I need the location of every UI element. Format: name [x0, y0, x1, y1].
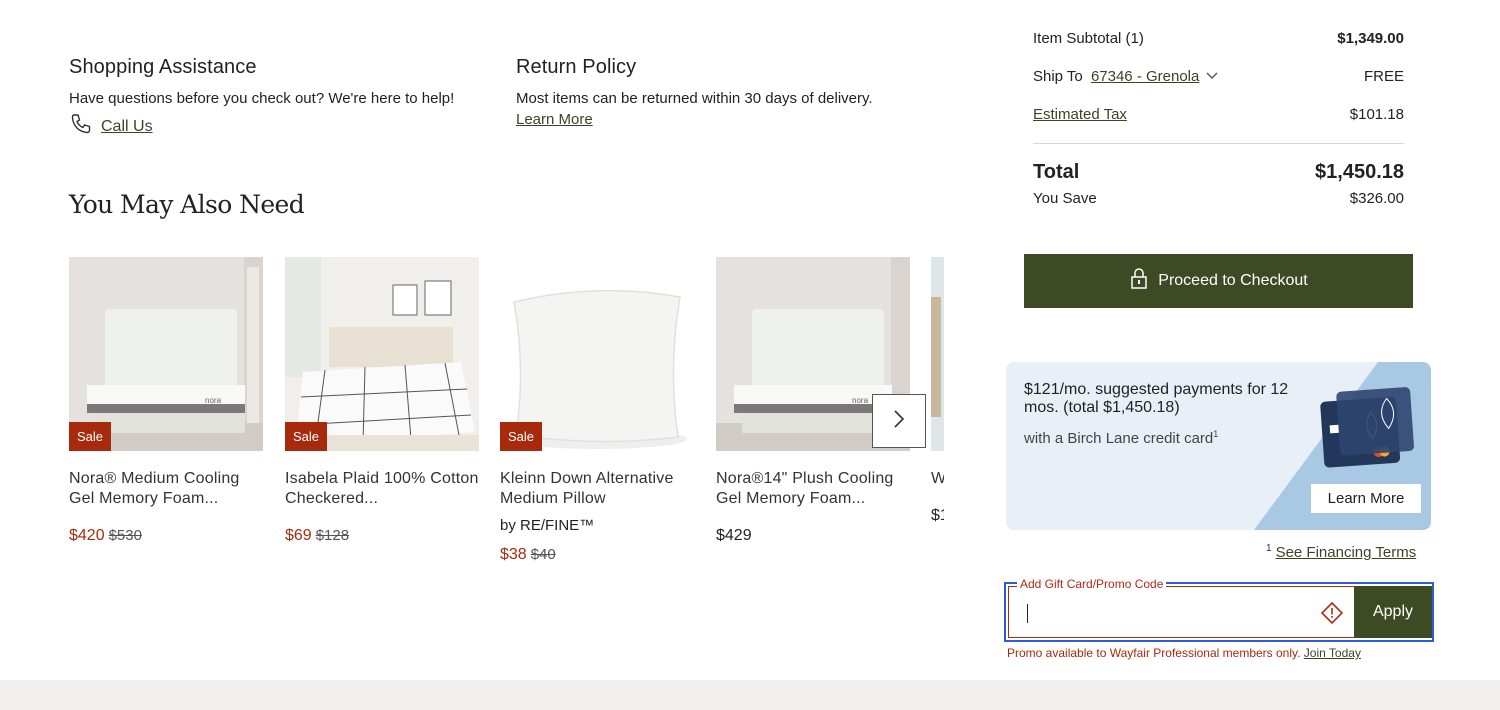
price-row: $1	[931, 507, 944, 525]
price-row: $38 $40	[500, 546, 694, 564]
product-image[interactable]: nora Sale	[69, 257, 263, 451]
footnote-marker: 1	[1213, 429, 1219, 439]
price-row: $420 $530	[69, 527, 263, 545]
credit-offer-subtext: with a Birch Lane credit card1	[1024, 429, 1218, 447]
product-name[interactable]: Nora® Medium Cooling Gel Memory Foam...	[69, 469, 263, 509]
price-row: $429	[716, 527, 910, 545]
svg-text:nora: nora	[205, 396, 222, 405]
old-price: $40	[530, 546, 556, 563]
credit-learn-more-button[interactable]: Learn More	[1311, 484, 1421, 513]
you-may-also-need-title: You May Also Need	[69, 190, 305, 219]
promo-code-input[interactable]	[1008, 586, 1356, 638]
old-price: $530	[108, 527, 142, 544]
price: $420	[69, 527, 105, 544]
promo-code-group: Apply	[1004, 582, 1434, 642]
text-caret	[1027, 604, 1028, 623]
lock-icon	[1129, 267, 1158, 295]
subtotal-value: $1,349.00	[1337, 30, 1404, 47]
product-image[interactable]: Sale	[500, 257, 694, 451]
footnote-marker: 1	[1266, 543, 1272, 554]
price: $1	[931, 507, 944, 524]
phone-icon	[69, 112, 101, 141]
you-save-label: You Save	[1033, 190, 1097, 207]
product-carousel: nora Sale Nora® Medium Cooling Gel Memor…	[69, 257, 944, 577]
price: $429	[716, 527, 752, 544]
apply-button[interactable]: Apply	[1354, 586, 1432, 638]
promo-note-text: Promo available to Wayfair Professional …	[1007, 646, 1301, 660]
shopping-assistance-title: Shopping Assistance	[69, 56, 257, 78]
promo-note: Promo available to Wayfair Professional …	[1007, 646, 1361, 660]
product-name[interactable]: Isabela Plaid 100% Cotton Checkered...	[285, 469, 479, 509]
chevron-right-icon	[892, 408, 906, 435]
product-card[interactable]: Sale Kleinn Down Alternative Medium Pill…	[500, 257, 694, 564]
chevron-down-icon	[1205, 68, 1219, 85]
checkout-label: Proceed to Checkout	[1158, 272, 1308, 289]
promo-code-label: Add Gift Card/Promo Code	[1017, 577, 1167, 591]
shopping-assistance-text: Have questions before you check out? We'…	[69, 90, 455, 107]
product-image[interactable]: Sale	[285, 257, 479, 451]
return-policy: Return Policy Most items can be returned…	[516, 56, 936, 129]
product-name[interactable]: Kleinn Down Alternative Medium Pillow	[500, 469, 694, 509]
ship-to-row: Ship To 67346 - Grenola FREE	[1033, 68, 1404, 85]
return-learn-more-link[interactable]: Learn More	[516, 111, 593, 128]
credit-offer-headline: $121/mo. suggested payments for 12 mos. …	[1024, 381, 1289, 416]
total-row: Total $1,450.18	[1033, 161, 1404, 184]
sale-badge: Sale	[500, 422, 543, 451]
product-brand: by RE/FINE™	[500, 517, 595, 534]
warning-icon	[1320, 601, 1344, 629]
return-policy-text: Most items can be returned within 30 day…	[516, 90, 873, 107]
price-row: $69 $128	[285, 527, 479, 545]
sale-badge: Sale	[69, 422, 112, 451]
call-us-link[interactable]: Call Us	[101, 118, 153, 136]
financing-terms: 1 See Financing Terms	[1266, 543, 1416, 561]
see-financing-terms-link[interactable]: See Financing Terms	[1276, 544, 1417, 561]
tax-value: $101.18	[1349, 106, 1404, 123]
shipping-value: FREE	[1363, 68, 1404, 85]
total-label: Total	[1033, 161, 1080, 183]
product-image[interactable]	[931, 257, 944, 451]
product-card[interactable]: W M $1	[931, 257, 944, 525]
estimated-tax-link[interactable]: Estimated Tax	[1033, 106, 1127, 123]
credit-card-offer: $121/mo. suggested payments for 12 mos. …	[1006, 362, 1431, 530]
proceed-to-checkout-button[interactable]: Proceed to Checkout	[1024, 254, 1413, 308]
summary-divider	[1033, 143, 1404, 144]
order-summary: Item Subtotal (1) $1,349.00 Ship To 6734…	[1033, 30, 1404, 207]
subtotal-row: Item Subtotal (1) $1,349.00	[1033, 30, 1404, 47]
call-us-row[interactable]: Call Us	[69, 112, 509, 141]
ship-to-zip-selector[interactable]: 67346 - Grenola	[1087, 68, 1219, 85]
ship-to: Ship To 67346 - Grenola	[1033, 68, 1219, 85]
total-value: $1,450.18	[1315, 161, 1404, 183]
product-card[interactable]: Sale Isabela Plaid 100% Cotton Checkered…	[285, 257, 479, 545]
subtotal-label: Item Subtotal (1)	[1033, 30, 1144, 47]
old-price: $128	[315, 527, 350, 544]
you-save-row: You Save $326.00	[1033, 190, 1404, 207]
credit-offer-sub-text: with a Birch Lane credit card	[1024, 430, 1214, 447]
price: $69	[285, 527, 312, 544]
join-today-link[interactable]: Join Today	[1304, 646, 1361, 660]
product-card[interactable]: nora Sale Nora® Medium Cooling Gel Memor…	[69, 257, 263, 545]
carousel-next-button[interactable]	[872, 394, 926, 448]
product-name[interactable]: W M	[931, 469, 944, 489]
you-save-value: $326.00	[1349, 190, 1404, 207]
footer-band	[0, 680, 1500, 710]
sale-badge: Sale	[285, 422, 328, 451]
ship-to-label: Ship To	[1033, 68, 1083, 85]
product-name[interactable]: Nora®14" Plush Cooling Gel Memory Foam..…	[716, 469, 910, 509]
ship-zip-link[interactable]: 67346 - Grenola	[1091, 68, 1199, 85]
return-policy-title: Return Policy	[516, 56, 637, 78]
price: $38	[500, 546, 527, 563]
shopping-assistance: Shopping Assistance Have questions befor…	[69, 56, 509, 141]
svg-text:nora: nora	[852, 396, 869, 405]
tax-row: Estimated Tax $101.18	[1033, 106, 1404, 123]
